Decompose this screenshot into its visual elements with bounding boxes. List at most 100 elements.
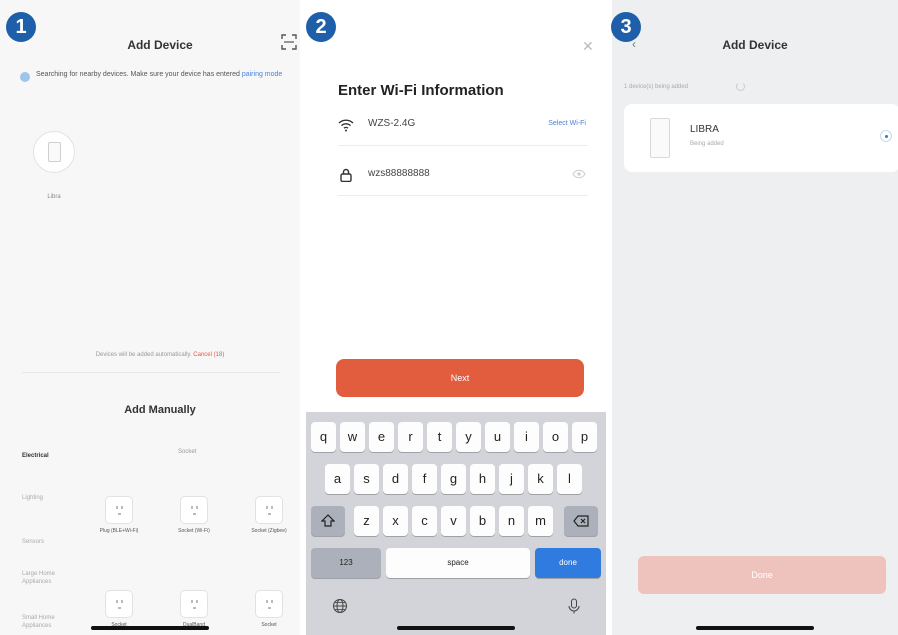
shift-icon: [320, 514, 336, 527]
done-button[interactable]: Done: [638, 556, 886, 594]
device-icon: [650, 118, 670, 158]
key-g[interactable]: g: [441, 464, 466, 494]
device-item[interactable]: Socket: [94, 590, 144, 629]
key-b[interactable]: b: [470, 506, 495, 536]
scan-icon[interactable]: [281, 34, 297, 50]
socket-icon: [180, 496, 208, 524]
device-item-label: Socket: [261, 622, 277, 628]
info-icon: [20, 72, 30, 82]
key-j[interactable]: j: [499, 464, 524, 494]
key-v[interactable]: v: [441, 506, 466, 536]
key-q[interactable]: q: [311, 422, 336, 452]
category-sensors[interactable]: Sensors: [22, 538, 72, 546]
key-p[interactable]: p: [572, 422, 597, 452]
microphone-icon[interactable]: [566, 598, 582, 614]
device-item-label: Socket (Wi-Fi): [178, 528, 210, 534]
done-key[interactable]: done: [535, 548, 601, 578]
lock-icon: [340, 168, 352, 182]
category-electrical[interactable]: Electrical: [22, 452, 72, 460]
backspace-icon: [573, 515, 589, 527]
key-t[interactable]: t: [427, 422, 452, 452]
socket-icon: [105, 590, 133, 618]
panel-wifi: ✕ Enter Wi-Fi Information WZS-2.4G Selec…: [306, 0, 606, 635]
backspace-key[interactable]: [564, 506, 598, 536]
key-k[interactable]: k: [528, 464, 553, 494]
socket-icon: [180, 590, 208, 618]
device-item[interactable]: DualBand: [169, 590, 219, 629]
device-item-label: Socket (Zigbee): [251, 528, 287, 534]
socket-icon: [255, 496, 283, 524]
home-indicator: [696, 626, 814, 630]
key-f[interactable]: f: [412, 464, 437, 494]
socket-icon: [255, 590, 283, 618]
step-badge-1: 1: [6, 12, 36, 42]
password-field[interactable]: wzs88888888: [338, 160, 588, 196]
wifi-heading: Enter Wi-Fi Information: [338, 82, 504, 99]
category-large-home-appliances[interactable]: Large Home Appliances: [22, 570, 72, 586]
key-d[interactable]: d: [383, 464, 408, 494]
next-button[interactable]: Next: [336, 359, 584, 397]
eye-icon[interactable]: [572, 169, 586, 179]
home-indicator: [397, 626, 515, 630]
device-item[interactable]: Socket (Wi-Fi): [169, 496, 219, 535]
wifi-name-field[interactable]: WZS-2.4G Select Wi-Fi: [338, 110, 588, 146]
found-device-name: Libra: [47, 194, 61, 200]
space-key[interactable]: space: [386, 548, 530, 578]
key-h[interactable]: h: [470, 464, 495, 494]
key-l[interactable]: l: [557, 464, 582, 494]
divider: [22, 372, 280, 373]
key-o[interactable]: o: [543, 422, 568, 452]
close-icon[interactable]: ✕: [582, 38, 594, 55]
wifi-icon: [338, 119, 354, 132]
category-lighting[interactable]: Lighting: [22, 494, 72, 502]
step-badge-2: 2: [306, 12, 336, 42]
key-y[interactable]: y: [456, 422, 481, 452]
tutorial-screens: Add Device Searching for nearby devices.…: [0, 0, 898, 635]
key-e[interactable]: e: [369, 422, 394, 452]
key-a[interactable]: a: [325, 464, 350, 494]
select-wifi-link[interactable]: Select Wi-Fi: [548, 120, 586, 127]
key-x[interactable]: x: [383, 506, 408, 536]
device-name: LIBRA: [690, 124, 719, 135]
device-item[interactable]: Socket: [244, 590, 294, 629]
shift-key[interactable]: [311, 506, 345, 536]
device-select-radio[interactable]: [880, 130, 892, 142]
search-notice: Searching for nearby devices. Make sure …: [20, 70, 292, 82]
globe-icon[interactable]: [332, 598, 348, 614]
subcategory-heading: Socket: [178, 449, 197, 455]
key-n[interactable]: n: [499, 506, 524, 536]
key-c[interactable]: c: [412, 506, 437, 536]
category-small-home-appliances[interactable]: Small Home Appliances: [22, 614, 72, 630]
device-card[interactable]: LIBRA Being added: [624, 104, 898, 172]
loading-spinner-icon: [736, 82, 745, 91]
key-z[interactable]: z: [354, 506, 379, 536]
key-m[interactable]: m: [528, 506, 553, 536]
device-item-label: Plug (BLE+Wi-Fi): [99, 528, 139, 534]
pairing-mode-link[interactable]: pairing mode: [242, 71, 282, 78]
key-s[interactable]: s: [354, 464, 379, 494]
step-badge-3: 3: [611, 12, 641, 42]
key-w[interactable]: w: [340, 422, 365, 452]
adding-status: 1 device(s) being added: [624, 84, 689, 90]
page-title: Add Device: [722, 38, 788, 52]
key-r[interactable]: r: [398, 422, 423, 452]
key-i[interactable]: i: [514, 422, 539, 452]
panel-searching: Add Device Searching for nearby devices.…: [0, 0, 300, 635]
socket-icon: [105, 496, 133, 524]
keyboard: q w e r t y u i o p a s d f g h j k l z …: [306, 412, 606, 635]
home-indicator: [91, 626, 209, 630]
key-u[interactable]: u: [485, 422, 510, 452]
found-device-button[interactable]: [33, 131, 75, 173]
cancel-link[interactable]: Cancel (18): [193, 352, 224, 358]
page-title: Add Device: [127, 38, 193, 52]
wifi-name-value: WZS-2.4G: [368, 118, 416, 129]
panel-adding: ‹ Add Device 1 device(s) being added LIB…: [612, 0, 898, 635]
password-value: wzs88888888: [368, 168, 430, 179]
device-icon: [48, 142, 61, 162]
device-item[interactable]: Socket (Zigbee): [244, 496, 294, 535]
notice-text: Searching for nearby devices. Make sure …: [36, 71, 283, 78]
auto-add-text: Devices will be added automatically. Can…: [95, 352, 225, 358]
device-status: Being added: [690, 141, 724, 147]
device-item[interactable]: Plug (BLE+Wi-Fi): [94, 496, 144, 535]
numbers-key[interactable]: 123: [311, 548, 381, 578]
